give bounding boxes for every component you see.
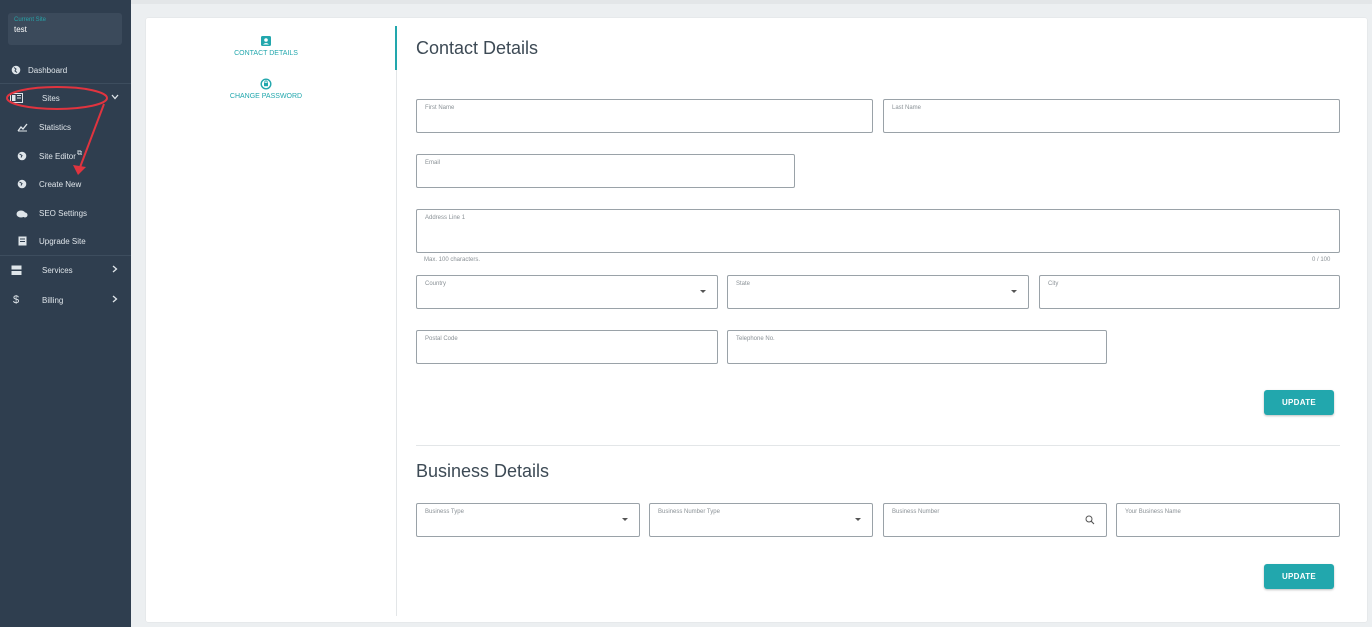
- address-line-1-field[interactable]: Address Line 1: [416, 209, 1340, 253]
- tab-password-label: CHANGE PASSWORD: [229, 93, 303, 100]
- chevron-right-icon: [112, 295, 118, 305]
- first-name-field[interactable]: First Name: [416, 99, 873, 133]
- business-type-select[interactable]: Business Type: [416, 503, 640, 537]
- field-label: Postal Code: [425, 336, 458, 342]
- field-label: Telephone No.: [736, 336, 775, 342]
- sidebar-item-label: Dashboard: [28, 65, 68, 75]
- address-hint: Max. 100 characters.: [424, 257, 481, 263]
- chevron-down-icon: [111, 92, 119, 102]
- contact-update-button[interactable]: UPDATE: [1264, 390, 1334, 415]
- business-details-title: Business Details: [416, 461, 550, 481]
- sidebar: Current Site test Dashboard Sites Statis…: [0, 0, 131, 627]
- field-label: Country: [425, 281, 447, 287]
- sites-icon: [9, 91, 23, 105]
- field-label: Business Type: [425, 509, 464, 515]
- site-editor-icon: [15, 149, 29, 163]
- caret-down-icon: [855, 518, 861, 521]
- caret-down-icon: [1011, 290, 1017, 293]
- field-label: First Name: [425, 105, 455, 111]
- field-label: Business Number: [892, 509, 940, 515]
- upgrade-icon: [15, 234, 29, 248]
- state-select[interactable]: State: [727, 275, 1029, 309]
- create-globe-icon: [15, 177, 29, 191]
- tab-contact-label: CONTACT DETAILS: [234, 50, 298, 57]
- services-icon: [9, 263, 23, 277]
- sidebar-item-label: Create New: [39, 179, 82, 189]
- tab-contact-details[interactable]: CONTACT DETAILS: [166, 35, 366, 57]
- address-counter: 0 / 100: [1312, 257, 1331, 263]
- sidebar-item-statistics[interactable]: Statistics: [0, 113, 131, 141]
- sidebar-item-sites[interactable]: Sites: [0, 84, 131, 112]
- tab-change-password[interactable]: CHANGE PASSWORD: [166, 78, 366, 100]
- search-icon[interactable]: [1085, 515, 1095, 525]
- seo-icon: [15, 206, 29, 220]
- postal-code-field[interactable]: Postal Code: [416, 330, 718, 364]
- field-label: City: [1048, 281, 1059, 287]
- statistics-icon: [15, 120, 29, 134]
- field-label: Email: [425, 160, 441, 166]
- current-site-label: Current Site: [14, 17, 47, 23]
- current-site-box[interactable]: Current Site test: [8, 13, 122, 45]
- country-select[interactable]: Country: [416, 275, 718, 309]
- city-field[interactable]: City: [1039, 275, 1340, 309]
- business-number-field[interactable]: Business Number: [883, 503, 1107, 537]
- sidebar-item-site-editor[interactable]: Site Editor ⧉: [0, 142, 131, 170]
- sidebar-item-seo-settings[interactable]: SEO Settings: [0, 199, 131, 227]
- caret-down-icon: [622, 518, 628, 521]
- external-link-icon: ⧉: [77, 150, 82, 157]
- current-site-value: test: [14, 25, 27, 34]
- sidebar-item-upgrade-site[interactable]: Upgrade Site: [0, 227, 131, 255]
- telephone-field[interactable]: Telephone No.: [727, 330, 1107, 364]
- chevron-right-icon: [112, 265, 118, 275]
- business-name-field[interactable]: Your Business Name: [1116, 503, 1340, 537]
- field-label: Address Line 1: [425, 215, 466, 221]
- sidebar-item-label: Upgrade Site: [39, 236, 86, 246]
- sidebar-item-label: Sites: [42, 93, 60, 103]
- lock-reset-icon: [260, 78, 272, 90]
- field-label: Last Name: [892, 105, 922, 111]
- section-divider: [396, 26, 397, 616]
- sidebar-item-label: Billing: [42, 295, 64, 305]
- sidebar-item-label: Statistics: [39, 122, 72, 132]
- business-update-button[interactable]: UPDATE: [1264, 564, 1334, 589]
- globe-icon: [9, 63, 23, 77]
- last-name-field[interactable]: Last Name: [883, 99, 1340, 133]
- sidebar-item-services[interactable]: Services: [0, 256, 131, 284]
- section-separator: [416, 445, 1340, 446]
- contact-card-icon: [261, 36, 271, 46]
- sidebar-item-label: Services: [42, 265, 73, 275]
- business-number-type-select[interactable]: Business Number Type: [649, 503, 873, 537]
- dollar-icon: $: [12, 294, 20, 306]
- active-tab-indicator: [395, 26, 397, 70]
- top-border: [131, 0, 1372, 4]
- email-field[interactable]: Email: [416, 154, 795, 188]
- sidebar-item-create-new[interactable]: Create New: [0, 170, 131, 198]
- sidebar-item-billing[interactable]: $ Billing: [0, 286, 131, 314]
- contact-details-title: Contact Details: [416, 38, 539, 58]
- account-card: CONTACT DETAILS CHANGE PASSWORD Contact …: [146, 18, 1367, 622]
- sidebar-item-label: SEO Settings: [39, 208, 88, 218]
- field-label: State: [736, 281, 751, 287]
- sidebar-item-dashboard[interactable]: Dashboard: [0, 56, 131, 84]
- sidebar-item-label: Site Editor: [39, 151, 76, 161]
- field-label: Your Business Name: [1125, 509, 1181, 515]
- field-label: Business Number Type: [658, 509, 720, 515]
- caret-down-icon: [700, 290, 706, 293]
